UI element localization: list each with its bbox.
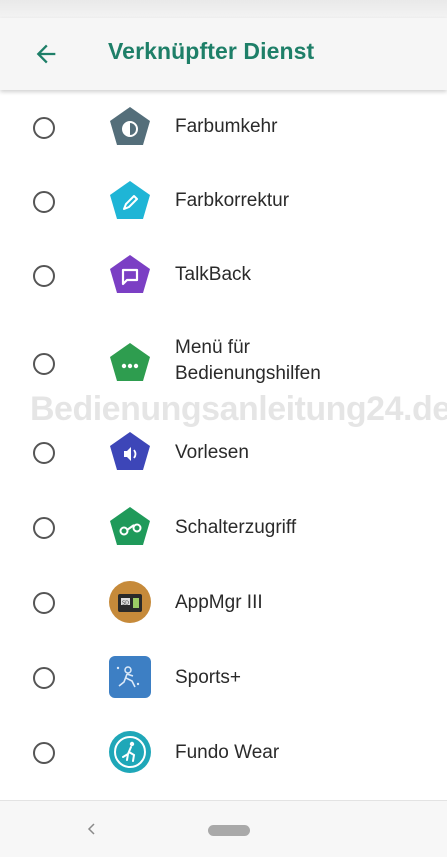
list-item-label: Menü für Bedienungshilfen (175, 337, 321, 384)
list-item-label: Schalterzugriff (175, 517, 297, 538)
list-item-appmgr[interactable]: SD AppMgr III (0, 568, 447, 638)
arrow-left-icon[interactable] (32, 40, 60, 68)
radio-button[interactable] (33, 517, 55, 539)
radio-button[interactable] (33, 667, 55, 689)
nav-back-icon[interactable] (84, 821, 100, 837)
color-correction-icon (110, 181, 150, 219)
color-inversion-icon (110, 107, 150, 145)
fundo-wear-icon (109, 731, 151, 773)
list-item-label: Fundo Wear (175, 742, 280, 763)
list-item-sports-plus[interactable]: Sports+ (0, 643, 447, 713)
radio-button[interactable] (33, 191, 55, 213)
navigation-bar (0, 800, 447, 857)
app-bar: Verknüpfter Dienst (0, 18, 447, 90)
svg-text:SD: SD (122, 601, 129, 607)
list-item-label: Farbkorrektur (175, 190, 290, 211)
radio-button[interactable] (33, 592, 55, 614)
status-bar (0, 0, 447, 18)
list-item-schalterzugriff[interactable]: Schalterzugriff (0, 493, 447, 563)
radio-button[interactable] (33, 353, 55, 375)
list-item-label: TalkBack (175, 264, 252, 285)
appmgr-icon: SD (109, 581, 151, 623)
list-item-label: Sports+ (175, 667, 242, 688)
list-item-label: AppMgr III (175, 592, 263, 613)
page-title: Verknüpfter Dienst (108, 38, 315, 64)
radio-button[interactable] (33, 442, 55, 464)
list-item-vorlesen[interactable]: Vorlesen (0, 418, 447, 488)
list-item-farbkorrektur[interactable]: Farbkorrektur (0, 165, 447, 235)
list-item-label: Vorlesen (175, 442, 249, 463)
radio-button[interactable] (33, 265, 55, 287)
radio-button[interactable] (33, 742, 55, 764)
nav-home-pill-icon[interactable] (208, 825, 250, 836)
list-item-farbumkehr[interactable]: Farbumkehr (0, 90, 447, 160)
list-item-label: Farbumkehr (175, 116, 278, 137)
sports-plus-icon (109, 656, 151, 698)
switch-access-icon (110, 507, 150, 545)
list-item-fundo-wear[interactable]: Fundo Wear (0, 718, 447, 788)
accessibility-menu-icon (110, 343, 150, 381)
list-item-accessibility-menu[interactable]: Menü für Bedienungshilfen (0, 330, 447, 400)
talkback-icon (110, 255, 150, 293)
select-to-speak-icon (110, 432, 150, 470)
list-item-talkback[interactable]: TalkBack (0, 240, 447, 310)
radio-button[interactable] (33, 117, 55, 139)
